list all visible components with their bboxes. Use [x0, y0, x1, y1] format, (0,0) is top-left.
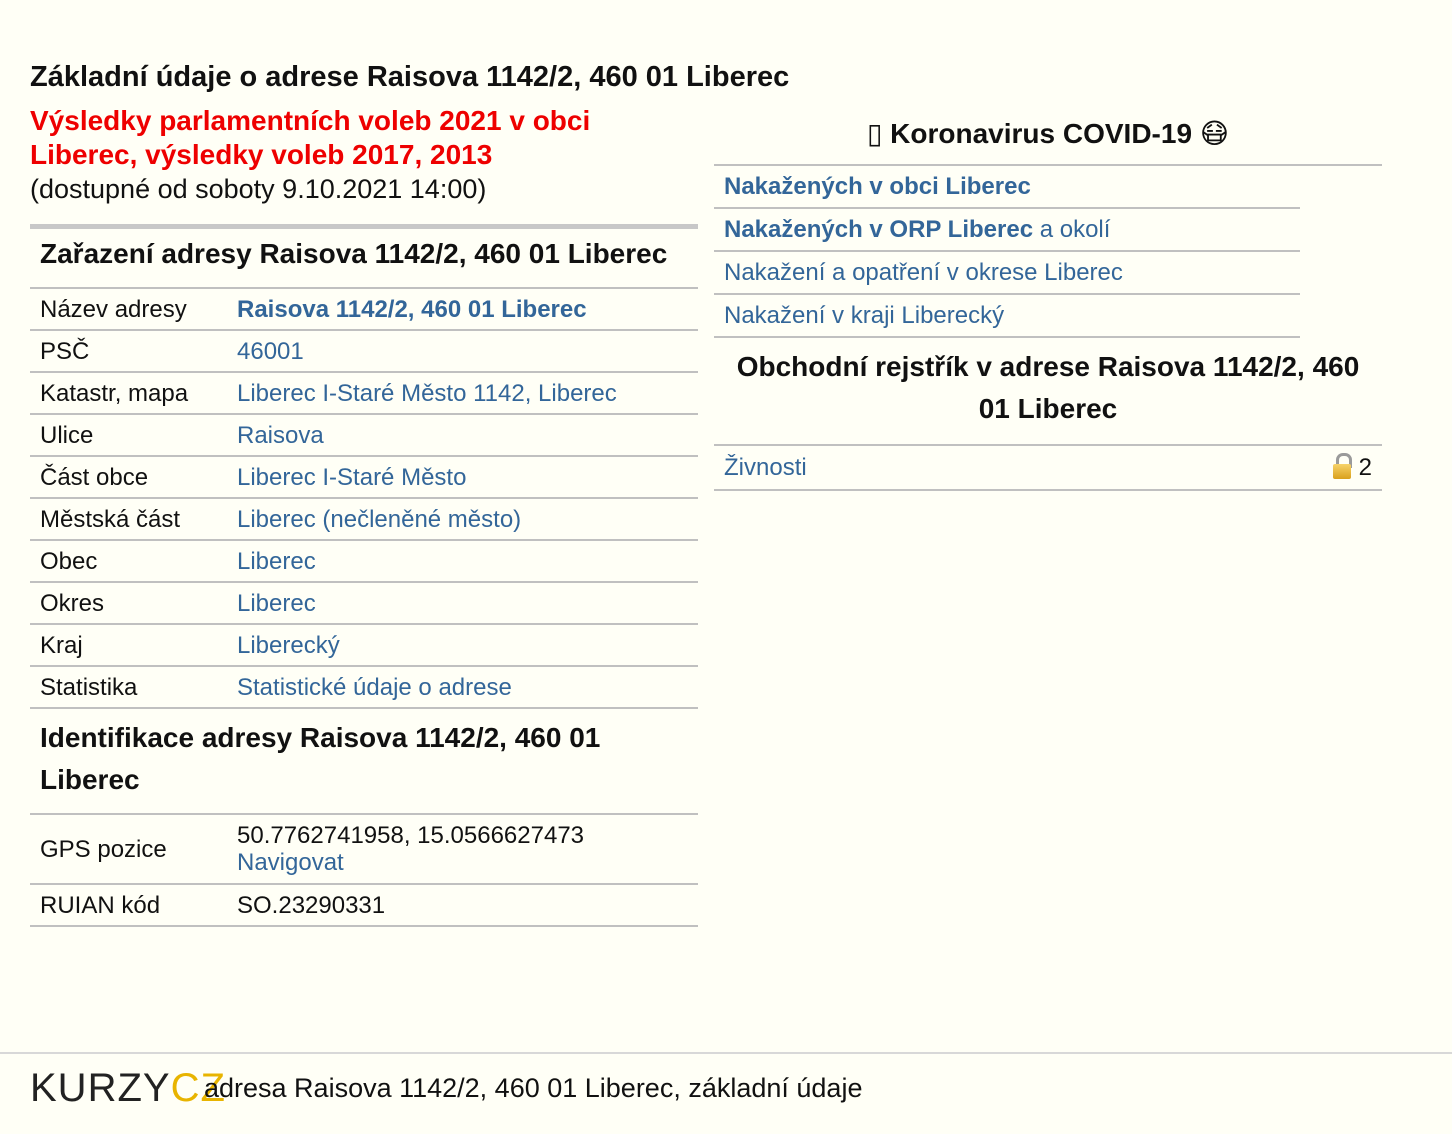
- cadastre-map-link[interactable]: Liberec I-Staré Město 1142, Liberec: [237, 380, 617, 407]
- trade-count-value: 2: [1358, 454, 1372, 481]
- ruian-code: SO.23290331: [227, 883, 698, 927]
- region-link[interactable]: Liberecký: [237, 632, 340, 659]
- municipality-part-link[interactable]: Liberec I-Staré Město: [237, 464, 466, 491]
- covid-infected-city-link[interactable]: Nakažených v obci Liberec: [724, 173, 1031, 200]
- row-label: Statistika: [30, 665, 227, 709]
- list-item: Nakažených v obci Liberec: [714, 166, 1300, 209]
- row-label: Městská část: [30, 497, 227, 540]
- city-district-link[interactable]: Liberec (nečleněné město): [237, 506, 521, 533]
- face-mask-icon: 😷: [1199, 118, 1230, 149]
- address-assignment-table: Název adresy Raisova 1142/2, 460 01 Libe…: [30, 287, 698, 709]
- row-label: Část obce: [30, 455, 227, 498]
- table-row: GPS pozice 50.7762741958, 15.0566627473 …: [30, 813, 698, 884]
- list-item: Nakažení a opatření v okrese Liberec: [714, 252, 1300, 295]
- row-label: Ulice: [30, 413, 227, 456]
- elections-results-link[interactable]: Výsledky parlamentních voleb 2021 v obci…: [30, 104, 670, 172]
- address-assignment-heading: Zařazení adresy Raisova 1142/2, 460 01 L…: [40, 238, 668, 269]
- row-label: Název adresy: [30, 287, 227, 330]
- covid-region-link[interactable]: Nakažení v kraji Liberecký: [724, 302, 1004, 329]
- row-label: PSČ: [30, 329, 227, 372]
- table-row: PSČ 46001: [30, 329, 698, 372]
- business-registry-heading: Obchodní rejstřík v adrese Raisova 1142/…: [736, 351, 1360, 424]
- row-label: Katastr, mapa: [30, 371, 227, 414]
- trade-count: 2: [1332, 446, 1372, 489]
- row-label: Okres: [30, 581, 227, 624]
- statistics-link[interactable]: Statistické údaje o adrese: [237, 674, 512, 701]
- covid-infected-orp-link[interactable]: Nakažených v ORP Liberec a okolí: [724, 216, 1110, 243]
- trade-licenses-link[interactable]: Živnosti: [724, 454, 807, 481]
- ruian-label: RUIAN kód: [30, 883, 227, 927]
- footer: KURZYCZ adresa Raisova 1142/2, 460 01 Li…: [0, 1052, 1452, 1134]
- gps-coordinates: 50.7762741958, 15.0566627473: [237, 822, 585, 849]
- list-item: Nakažení v kraji Liberecký: [714, 295, 1300, 338]
- gps-label: GPS pozice: [30, 813, 227, 884]
- table-row: Část obce Liberec I-Staré Město: [30, 455, 698, 498]
- covid-title-text: Koronavirus COVID-19: [890, 118, 1193, 149]
- address-identification-heading: Identifikace adresy Raisova 1142/2, 460 …: [40, 722, 601, 795]
- row-label: Kraj: [30, 623, 227, 666]
- page-title: Základní údaje o adrese Raisova 1142/2, …: [30, 61, 790, 93]
- municipality-link[interactable]: Liberec: [237, 548, 316, 575]
- address-identification-table: GPS pozice 50.7762741958, 15.0566627473 …: [30, 813, 698, 927]
- table-row: RUIAN kód SO.23290331: [30, 883, 698, 927]
- lock-icon: [1332, 453, 1352, 479]
- table-row: Obec Liberec: [30, 539, 698, 582]
- table-row: Statistika Statistické údaje o adrese: [30, 665, 698, 709]
- row-label: Obec: [30, 539, 227, 582]
- table-row: Název adresy Raisova 1142/2, 460 01 Libe…: [30, 287, 698, 330]
- street-link[interactable]: Raisova: [237, 422, 324, 449]
- table-row: Katastr, mapa Liberec I-Staré Město 1142…: [30, 371, 698, 414]
- missing-glyph-icon: ▯: [866, 118, 883, 149]
- list-item: Nakažených v ORP Liberec a okolí: [714, 209, 1300, 252]
- covid-heading: ▯ Koronavirus COVID-19 😷: [714, 112, 1382, 166]
- covid-district-measures-link[interactable]: Nakažení a opatření v okrese Liberec: [724, 259, 1123, 286]
- postal-code-link[interactable]: 46001: [237, 338, 304, 365]
- elections-availability-note: (dostupné od soboty 9.10.2021 14:00): [30, 174, 487, 204]
- covid-links-list: Nakažených v obci Liberec Nakažených v O…: [714, 166, 1300, 338]
- address-name-link[interactable]: Raisova 1142/2, 460 01 Liberec: [237, 296, 587, 323]
- trade-licenses-row: Živnosti 2: [714, 444, 1382, 491]
- table-row: Okres Liberec: [30, 581, 698, 624]
- table-row: Městská část Liberec (nečleněné město): [30, 497, 698, 540]
- table-row: Kraj Liberecký: [30, 623, 698, 666]
- table-row: Ulice Raisova: [30, 413, 698, 456]
- kurzy-logo[interactable]: KURZYCZ: [30, 1064, 226, 1112]
- footer-text: adresa Raisova 1142/2, 460 01 Liberec, z…: [204, 1073, 863, 1103]
- left-column: Výsledky parlamentních voleb 2021 v obci…: [30, 104, 698, 927]
- district-link[interactable]: Liberec: [237, 590, 316, 617]
- navigate-link[interactable]: Navigovat: [237, 849, 344, 876]
- right-column: ▯ Koronavirus COVID-19 😷 Nakažených v ob…: [714, 112, 1382, 491]
